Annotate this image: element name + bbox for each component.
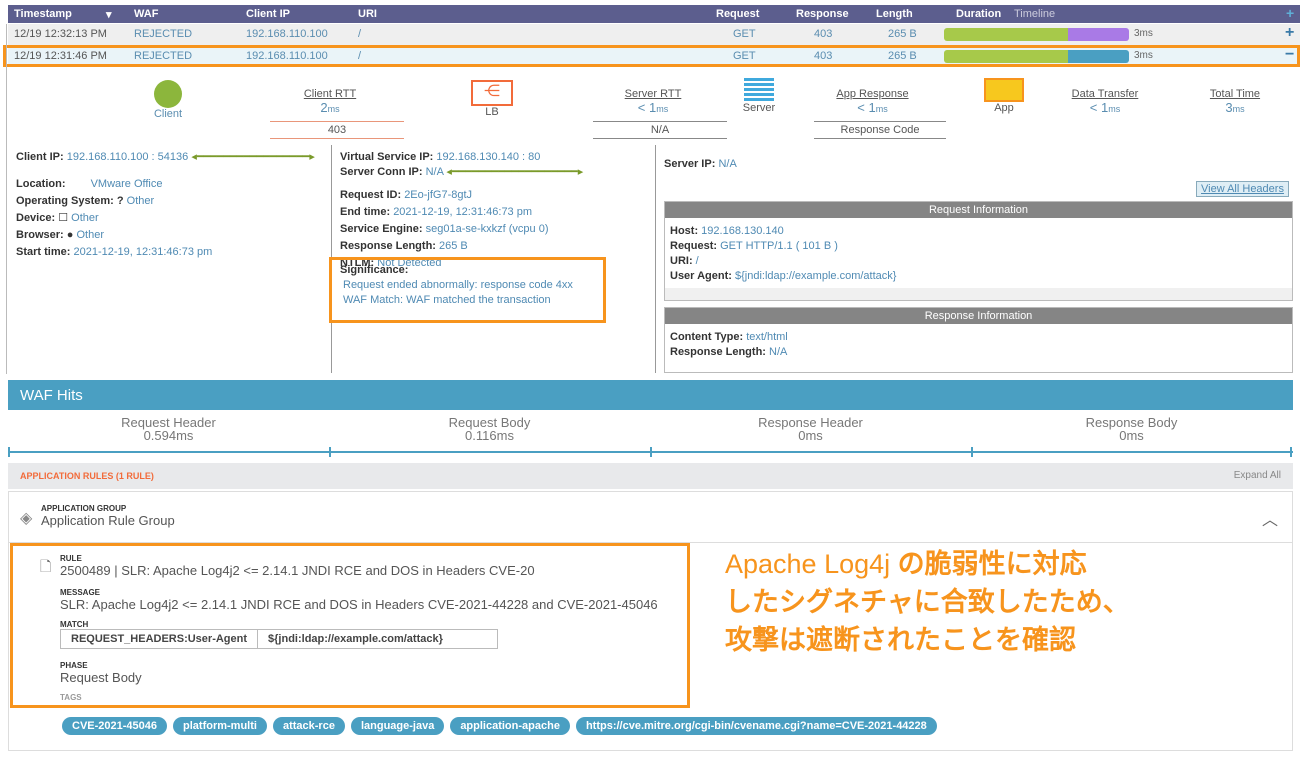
response-code-label: Response Code <box>814 121 946 139</box>
lb-node: ⋲ LB <box>468 80 516 118</box>
annotation-text: Apache Log4j の脆弱性に対応 したシグネチャに合致したため、 攻撃は遮… <box>725 549 1130 655</box>
waf-phase: Request Body 0.116ms <box>448 415 531 443</box>
rule-highlight-box <box>10 543 690 708</box>
user-icon <box>154 80 182 108</box>
col-response[interactable]: Response <box>796 8 849 20</box>
col-waf[interactable]: WAF <box>134 8 158 20</box>
timeline-tick <box>8 447 10 457</box>
cell-request: GET <box>733 28 756 40</box>
waf-phase: Response Body 0ms <box>1085 415 1178 443</box>
app-node: App <box>982 78 1026 114</box>
globe-icon: ● <box>66 229 74 241</box>
col-uri[interactable]: URI <box>358 8 377 20</box>
expand-all-link[interactable]: Expand All <box>1234 470 1281 481</box>
tag-pill[interactable]: CVE-2021-45046 <box>62 717 168 735</box>
timeline-tick <box>971 447 973 457</box>
col-request[interactable]: Request <box>716 8 759 20</box>
client-info: Client IP: 192.168.110.100 : 54136 ◂━━━━… <box>16 151 315 258</box>
tag-pill[interactable]: application-apache <box>450 717 570 735</box>
cell-length: 265 B <box>888 28 917 40</box>
response-code-403: 403 <box>270 121 404 139</box>
col-timeline[interactable]: Timeline <box>1014 8 1055 20</box>
tag-pill[interactable]: https://cve.mitre.org/cgi-bin/cvename.cg… <box>575 717 937 735</box>
waf-phase: Request Header 0.594ms <box>121 415 216 443</box>
col-duration[interactable]: Duration <box>956 8 1001 20</box>
timeline-tick <box>329 447 331 457</box>
app-response-label[interactable]: App Response <box>825 88 920 100</box>
expand-row-icon[interactable]: + <box>1285 24 1294 42</box>
cell-response: 403 <box>814 28 833 40</box>
server-response-na: N/A <box>593 121 727 139</box>
col-client-ip[interactable]: Client IP <box>246 8 290 20</box>
cell-timestamp: 12/19 12:32:13 PM <box>14 28 107 40</box>
collapse-chevron-icon[interactable]: ︿ <box>1262 506 1278 530</box>
server-node: Server <box>738 78 780 114</box>
server-icon <box>744 78 774 102</box>
app-icon <box>984 78 1024 102</box>
tag-pill[interactable]: language-java <box>350 717 445 735</box>
waf-hits-header: WAF Hits <box>8 380 1293 410</box>
lb-icon: ⋲ <box>471 80 513 106</box>
tags-list: CVE-2021-45046 platform-multi attack-rce la… <box>62 717 943 735</box>
client-node: Client <box>140 80 196 120</box>
data-transfer-label[interactable]: Data Transfer <box>1060 88 1150 100</box>
layers-icon: ◈ <box>20 510 33 527</box>
server-rtt-label[interactable]: Server RTT <box>613 88 693 100</box>
waf-phase: Response Header 0ms <box>758 415 863 443</box>
horizontal-scrollbar[interactable] <box>665 288 1292 300</box>
response-information-panel: Response Information Content Type: text/… <box>664 307 1293 373</box>
lb-info: Virtual Service IP: 192.168.130.140 : 80… <box>340 151 584 269</box>
cell-client-ip: 192.168.110.100 <box>246 28 328 40</box>
client-rtt-label[interactable]: Client RTT <box>290 88 370 100</box>
timeline-tick <box>650 447 652 457</box>
total-time-label[interactable]: Total Time <box>1200 88 1270 100</box>
duration-bar <box>944 28 1129 41</box>
timeline-tick <box>1290 447 1292 457</box>
significance-box: Significance: Request ended abnormally: … <box>329 257 606 323</box>
cell-waf: REJECTED <box>134 28 193 40</box>
add-column-icon[interactable]: + <box>1286 5 1294 21</box>
view-all-headers-button[interactable]: View All Headers <box>1196 181 1289 197</box>
table-row[interactable]: 12/19 12:32:13 PM REJECTED 192.168.110.1… <box>8 24 1300 45</box>
application-rules-bar: APPLICATION RULES (1 RULE) Expand All <box>8 463 1293 489</box>
cell-duration: 3ms <box>1134 28 1153 39</box>
request-information-panel: Request Information Host: 192.168.130.14… <box>664 201 1293 301</box>
tag-pill[interactable]: platform-multi <box>173 717 267 735</box>
col-length[interactable]: Length <box>876 8 913 20</box>
device-icon: ☐ <box>58 212 69 224</box>
cell-uri: / <box>358 28 362 40</box>
table-header: Timestamp ▾ WAF Client IP URI Request Res… <box>8 5 1300 23</box>
tag-pill[interactable]: attack-rce <box>272 717 345 735</box>
highlight-row <box>3 45 1300 67</box>
col-timestamp[interactable]: Timestamp <box>14 8 72 20</box>
